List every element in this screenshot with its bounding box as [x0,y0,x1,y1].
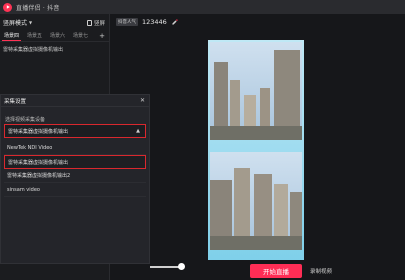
top-bar: 抖音人气 123446 [110,14,405,30]
window-title: 直播伴侣 · 抖音 [16,4,60,12]
device-select[interactable]: 雷特采集器虚拟摄像机输出 ▲ [4,124,146,138]
volume-slider-handle[interactable] [178,263,185,270]
bottom-bar: 开始直播 录制视频 [110,258,405,280]
dialog-title: 采集设置 [1,95,149,107]
edit-icon[interactable] [171,18,178,26]
live-preview [208,40,304,260]
portrait-toggle[interactable]: 竖屏 [86,19,105,27]
device-select-value: 雷特采集器虚拟摄像机输出 [8,128,69,135]
preview-image-top [210,42,302,140]
room-badge: 抖音人气 [116,18,138,26]
device-option[interactable]: sinsam video [4,183,146,197]
title-bar: 直播伴侣 · 抖音 [0,0,405,14]
tab-scene-3[interactable]: 场景六 [48,31,67,40]
app-window: 直播伴侣 · 抖音 竖屏模式 ▼ 竖屏 场景四 场景五 场景六 场景七 + 雷特… [0,0,405,280]
tab-scene-1[interactable]: 场景四 [2,31,22,41]
preview-image-bottom [210,152,302,250]
portrait-label: 竖屏 [93,21,105,27]
chevron-down-icon: ▼ [29,19,33,25]
close-icon[interactable]: ✕ [140,97,145,104]
mode-label: 竖屏模式 [3,19,28,27]
device-option-selected[interactable]: 雷特采集器虚拟摄像机输出 [4,155,146,169]
volume-slider[interactable] [150,266,180,268]
tab-scene-2[interactable]: 场景五 [25,31,44,40]
scene-source-item[interactable]: 雷特采集器虚拟摄像机输出 [0,42,109,56]
chevron-up-icon: ▲ [136,128,140,134]
room-id: 123446 [142,18,167,26]
record-video-button[interactable]: 录制视频 [310,267,332,275]
app-logo-icon [3,2,12,12]
device-option[interactable]: NewTek NDI Video [4,141,146,155]
tab-scene-4[interactable]: 场景七 [71,31,90,40]
scene-tabs: 场景四 场景五 场景六 场景七 + [0,30,109,42]
mode-row: 竖屏模式 ▼ 竖屏 [0,14,109,30]
mode-selector[interactable]: 竖屏模式 ▼ [3,18,32,27]
device-options-list: NewTek NDI Video 雷特采集器虚拟摄像机输出 雷特采集器虚拟摄像机… [4,141,146,197]
device-option[interactable]: 雷特采集器虚拟摄像机输出2 [4,169,146,183]
portrait-icon [86,20,92,26]
add-scene-button[interactable]: + [99,32,105,40]
device-field-label: 选择视频采集设备 [5,117,46,123]
start-live-button[interactable]: 开始直播 [250,264,302,278]
capture-settings-dialog: 采集设置 ✕ 选择视频采集设备 雷特采集器虚拟摄像机输出 ▲ NewTek ND… [0,94,150,264]
